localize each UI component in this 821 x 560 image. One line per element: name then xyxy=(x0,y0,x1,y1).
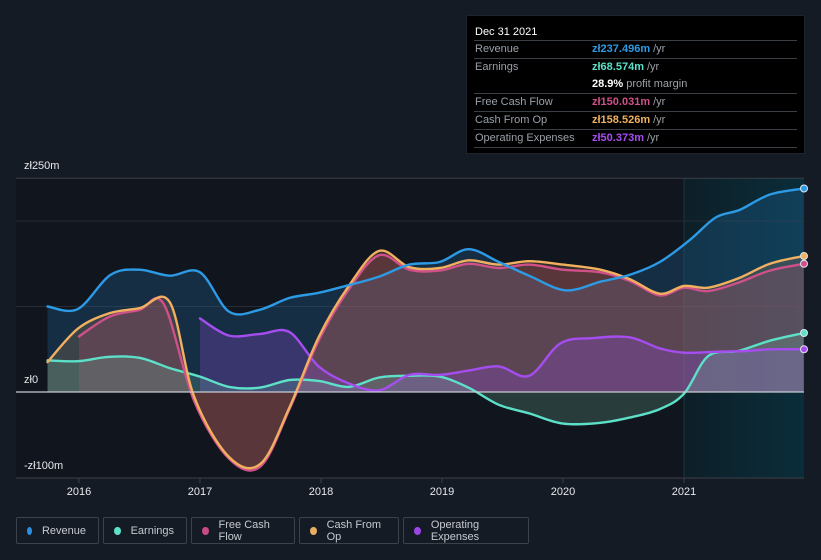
tooltip-label: Earnings xyxy=(475,61,519,73)
legend-item-cash-from-op[interactable]: Cash From Op xyxy=(299,517,399,544)
tooltip-unit: profit margin xyxy=(626,78,688,90)
tooltip-label: Operating Expenses xyxy=(475,132,575,144)
x-tick-label: 2021 xyxy=(672,486,696,498)
tooltip-unit: /yr xyxy=(653,96,666,108)
cash-from-op-dot-icon xyxy=(310,526,317,535)
tooltip-label: Cash From Op xyxy=(475,114,548,126)
tooltip-row-free-cash-flow: Free Cash Flow zł150.031m /yr xyxy=(474,94,797,112)
tooltip-value: zł50.373m xyxy=(592,132,644,144)
earnings-endpoint xyxy=(800,329,808,338)
legend-item-operating-expenses[interactable]: Operating Expenses xyxy=(403,517,529,544)
tooltip-value: zł237.496m xyxy=(592,43,651,55)
tooltip-value: zł158.526m xyxy=(592,114,651,126)
tooltip-unit: /yr xyxy=(646,132,660,144)
operating-expenses-endpoint xyxy=(800,345,808,354)
revenue-endpoint xyxy=(800,184,808,193)
legend-label: Earnings xyxy=(130,524,174,537)
legend-label: Operating Expenses xyxy=(430,518,480,543)
revenue-dot-icon xyxy=(27,526,32,535)
x-tick-label: 2016 xyxy=(67,486,91,498)
legend-item-earnings[interactable]: Earnings xyxy=(103,517,187,544)
tooltip-label: Revenue xyxy=(475,43,520,55)
free-cash-flow-endpoint xyxy=(800,259,808,268)
tooltip-row-revenue: Revenue zł237.496m /yr xyxy=(474,41,797,59)
legend-item-revenue[interactable]: Revenue xyxy=(16,517,99,544)
tooltip-value: zł150.031m xyxy=(592,96,651,108)
legend-label: Revenue xyxy=(41,524,86,537)
tooltip-row-earnings: Earnings zł68.574m /yr xyxy=(474,59,797,76)
free-cash-flow-dot-icon xyxy=(202,526,209,535)
legend-item-free-cash-flow[interactable]: Free Cash Flow xyxy=(191,517,295,544)
tooltip-unit: /yr xyxy=(646,61,660,73)
tooltip-date: Dec 31 2021 xyxy=(474,24,797,41)
tooltip-unit: /yr xyxy=(653,114,666,126)
operating-expenses-dot-icon xyxy=(414,526,421,535)
y-tick-label-top: zł250m xyxy=(24,160,60,172)
legend-label: Free Cash Flow xyxy=(218,518,270,543)
tooltip-value: 28.9% xyxy=(592,78,624,90)
tooltip-row-cash-from-op: Cash From Op zł158.526m /yr xyxy=(474,112,797,130)
legend: Revenue Earnings Free Cash Flow Cash Fro… xyxy=(16,517,529,544)
tooltip-row-profit-margin: 28.9% profit margin xyxy=(474,76,797,94)
tooltip-panel: Dec 31 2021 Revenue zł237.496m /yr Earni… xyxy=(466,15,805,154)
earnings-dot-icon xyxy=(114,526,121,535)
x-tick-label: 2018 xyxy=(309,486,333,498)
tooltip-label xyxy=(474,76,592,93)
y-tick-label-zero: zł0 xyxy=(24,374,39,386)
legend-label: Cash From Op xyxy=(326,518,381,543)
cash-from-op-endpoint xyxy=(800,252,808,261)
tooltip-row-operating-expenses: Operating Expenses zł50.373m /yr xyxy=(474,130,797,148)
x-tick-label: 2017 xyxy=(188,486,212,498)
tooltip-unit: /yr xyxy=(653,43,666,55)
x-tick-label: 2020 xyxy=(551,486,575,498)
y-tick-label-bottom: -zł100m xyxy=(24,460,64,472)
x-tick-label: 2019 xyxy=(430,486,454,498)
tooltip-label: Free Cash Flow xyxy=(475,96,553,108)
tooltip-value: zł68.574m xyxy=(592,61,644,73)
x-axis: 2016 2017 2018 2019 2020 2021 xyxy=(67,478,696,498)
